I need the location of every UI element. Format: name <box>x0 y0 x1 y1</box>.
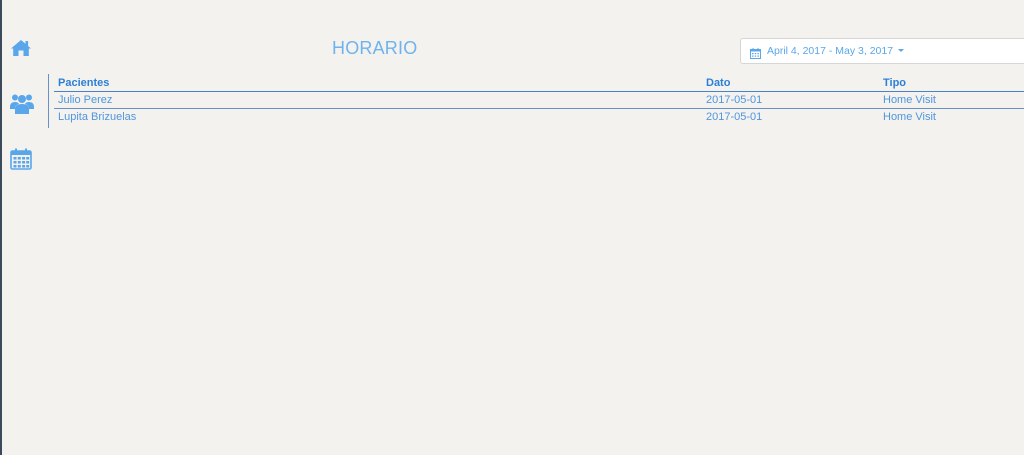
appointment-type: Home Visit <box>883 111 936 123</box>
caret-down-icon <box>898 48 905 52</box>
table-header-row: Pacientes Dato Tipo <box>54 75 1024 92</box>
appointment-date: 2017-05-01 <box>706 111 763 123</box>
patient-name: Julio Perez <box>58 94 113 106</box>
column-header-dato[interactable]: Dato <box>706 75 730 91</box>
patient-name: Lupita Brizuelas <box>58 111 137 123</box>
table-row[interactable]: Lupita Brizuelas 2017-05-01 Home Visit <box>54 109 1024 125</box>
table-row[interactable]: Julio Perez 2017-05-01 Home Visit <box>54 92 1024 109</box>
appointment-date: 2017-05-01 <box>706 94 763 106</box>
page-title: HORARIO <box>332 38 418 58</box>
users-icon[interactable] <box>10 92 34 116</box>
calendar-small-icon <box>750 46 761 64</box>
column-header-pacientes[interactable]: Pacientes <box>58 75 109 91</box>
column-header-tipo[interactable]: Tipo <box>883 75 906 91</box>
sidebar-divider <box>48 74 49 128</box>
home-icon[interactable] <box>10 38 34 62</box>
calendar-icon[interactable] <box>10 148 34 172</box>
window-left-edge <box>0 0 2 455</box>
date-range-value: April 4, 2017 - May 3, 2017 <box>767 45 894 57</box>
date-range-picker[interactable]: April 4, 2017 - May 3, 2017 <box>740 38 1024 64</box>
schedule-table: Pacientes Dato Tipo Julio Perez 2017-05-… <box>54 75 1024 125</box>
appointment-type: Home Visit <box>883 94 936 106</box>
